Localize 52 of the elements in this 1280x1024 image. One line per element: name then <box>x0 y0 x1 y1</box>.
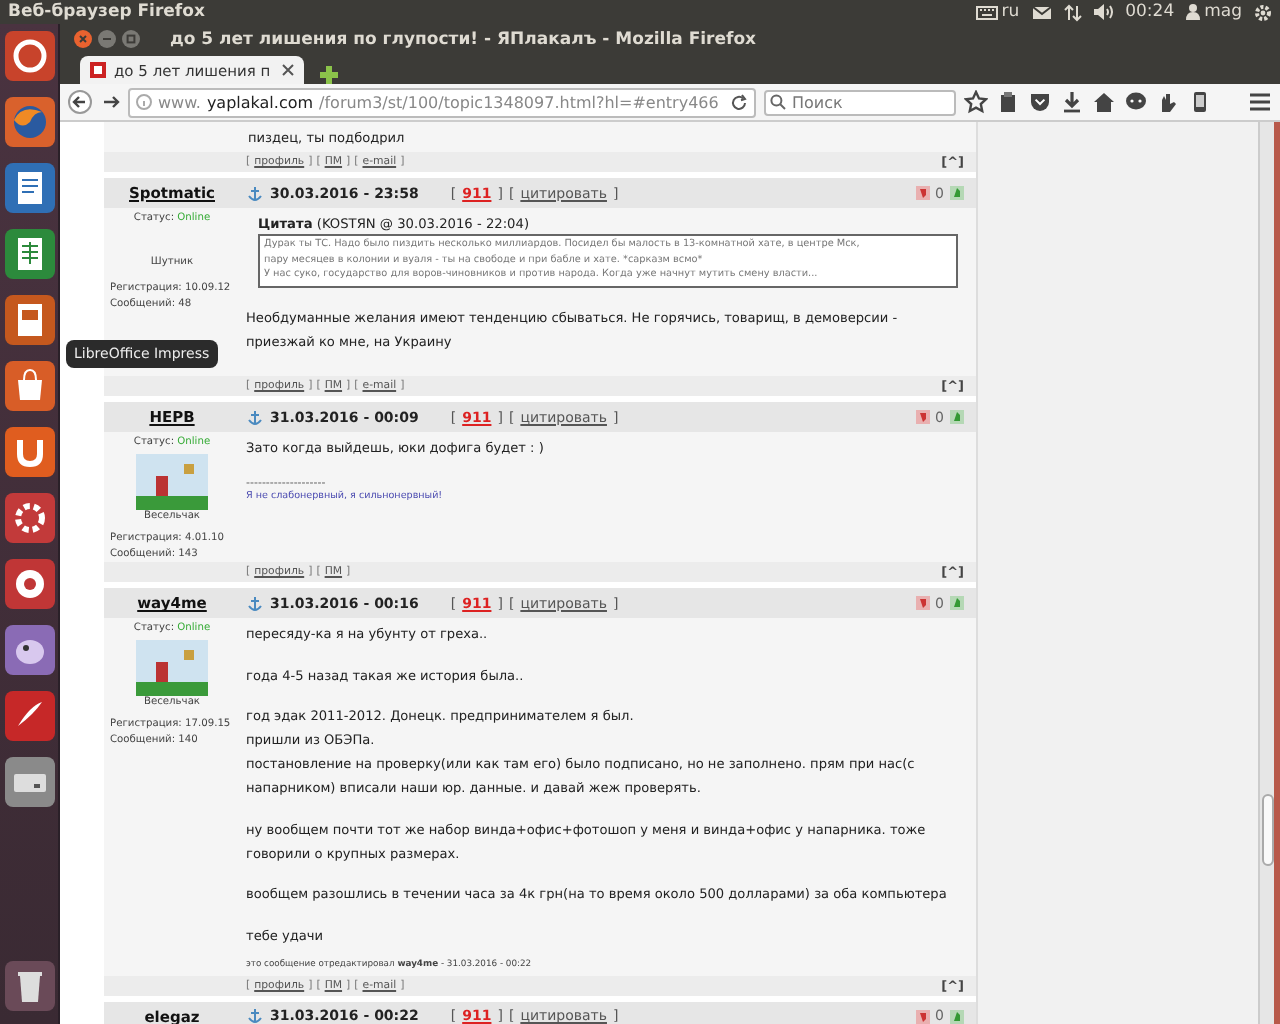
anchor-icon[interactable] <box>248 185 262 201</box>
thumbs-down-icon[interactable] <box>915 410 930 425</box>
clipboard-icon[interactable] <box>996 90 1020 114</box>
back-icon[interactable] <box>68 90 92 114</box>
settings-icon[interactable] <box>1254 3 1272 21</box>
thumbs-down-icon[interactable] <box>915 186 930 200</box>
thumbs-down-icon[interactable] <box>915 1009 930 1024</box>
chat-icon[interactable] <box>1124 90 1148 114</box>
globe-icon[interactable] <box>3 96 55 148</box>
mail-icon[interactable] <box>1031 5 1052 19</box>
scrollbar-thumb[interactable] <box>1262 794 1274 866</box>
app-title: Веб-браузер Firefox <box>8 2 205 22</box>
pocket-icon[interactable] <box>1028 90 1052 114</box>
anchor-icon[interactable] <box>248 409 262 426</box>
lifebuoy-icon[interactable] <box>3 558 55 610</box>
thumbs-up-icon[interactable] <box>950 1009 964 1024</box>
menu-icon[interactable] <box>1248 90 1272 114</box>
thumbs-up-icon[interactable] <box>950 410 964 425</box>
home-icon[interactable] <box>1092 90 1116 114</box>
close-icon[interactable] <box>282 64 294 76</box>
user-name[interactable]: mag <box>1204 2 1242 22</box>
volume-icon[interactable] <box>1093 4 1114 20</box>
spreadsheet-icon[interactable] <box>3 228 55 280</box>
star-icon[interactable] <box>964 90 988 114</box>
plus-icon[interactable] <box>320 66 338 84</box>
close-icon[interactable] <box>74 30 92 48</box>
favicon-icon <box>90 62 106 78</box>
keyboard-icon <box>975 5 998 19</box>
document-icon[interactable] <box>3 162 55 214</box>
window-title: до 5 лет лишения по глупости! - ЯПлакалъ - Mozilla Firefox <box>170 29 757 49</box>
search-icon <box>770 94 786 110</box>
thumbs-up-icon[interactable] <box>950 186 964 200</box>
anchor-icon[interactable] <box>248 1008 262 1024</box>
anchor-icon[interactable] <box>248 595 262 612</box>
network-arrows-icon[interactable] <box>1063 3 1082 21</box>
thumbs-down-icon[interactable] <box>915 596 930 611</box>
search-field[interactable]: Поиск <box>764 89 956 115</box>
shopping-bag-icon[interactable] <box>3 360 55 412</box>
address-field[interactable]: www. yaplakal.com /forum3/st/100/topic1348097.html?hl=#entry466 <box>128 87 756 117</box>
clock-time[interactable]: 00:24 <box>1125 2 1175 22</box>
reload-icon[interactable] <box>730 93 749 111</box>
user-icon <box>1186 4 1201 20</box>
presentation-icon[interactable] <box>3 294 55 346</box>
thumbs-up-icon[interactable] <box>950 596 964 611</box>
download-icon[interactable] <box>1060 90 1084 114</box>
minimize-icon[interactable] <box>98 30 116 48</box>
maximize-icon[interactable] <box>122 30 140 48</box>
trash-icon[interactable] <box>3 960 55 1012</box>
hand-icon[interactable] <box>1156 90 1180 114</box>
info-icon <box>136 94 152 110</box>
keyboard-layout: ru <box>1001 2 1020 22</box>
ubuntu-logo-icon[interactable] <box>3 30 55 82</box>
